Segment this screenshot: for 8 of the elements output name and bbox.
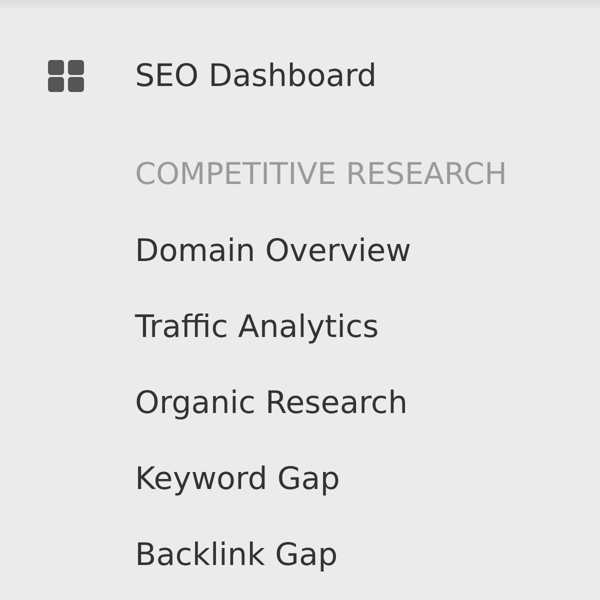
menu-item[interactable]: Domain Overview (135, 233, 412, 269)
menu-item[interactable]: Organic Research (135, 385, 408, 421)
grid-icon (48, 60, 84, 92)
menu-item[interactable]: Keyword Gap (135, 461, 340, 497)
menu-item[interactable]: SEO Dashboard (135, 58, 377, 94)
menu-item[interactable]: Backlink Gap (135, 537, 338, 573)
section-heading: COMPETITIVE RESEARCH (135, 156, 508, 194)
menu-item[interactable]: Traffic Analytics (135, 309, 379, 345)
